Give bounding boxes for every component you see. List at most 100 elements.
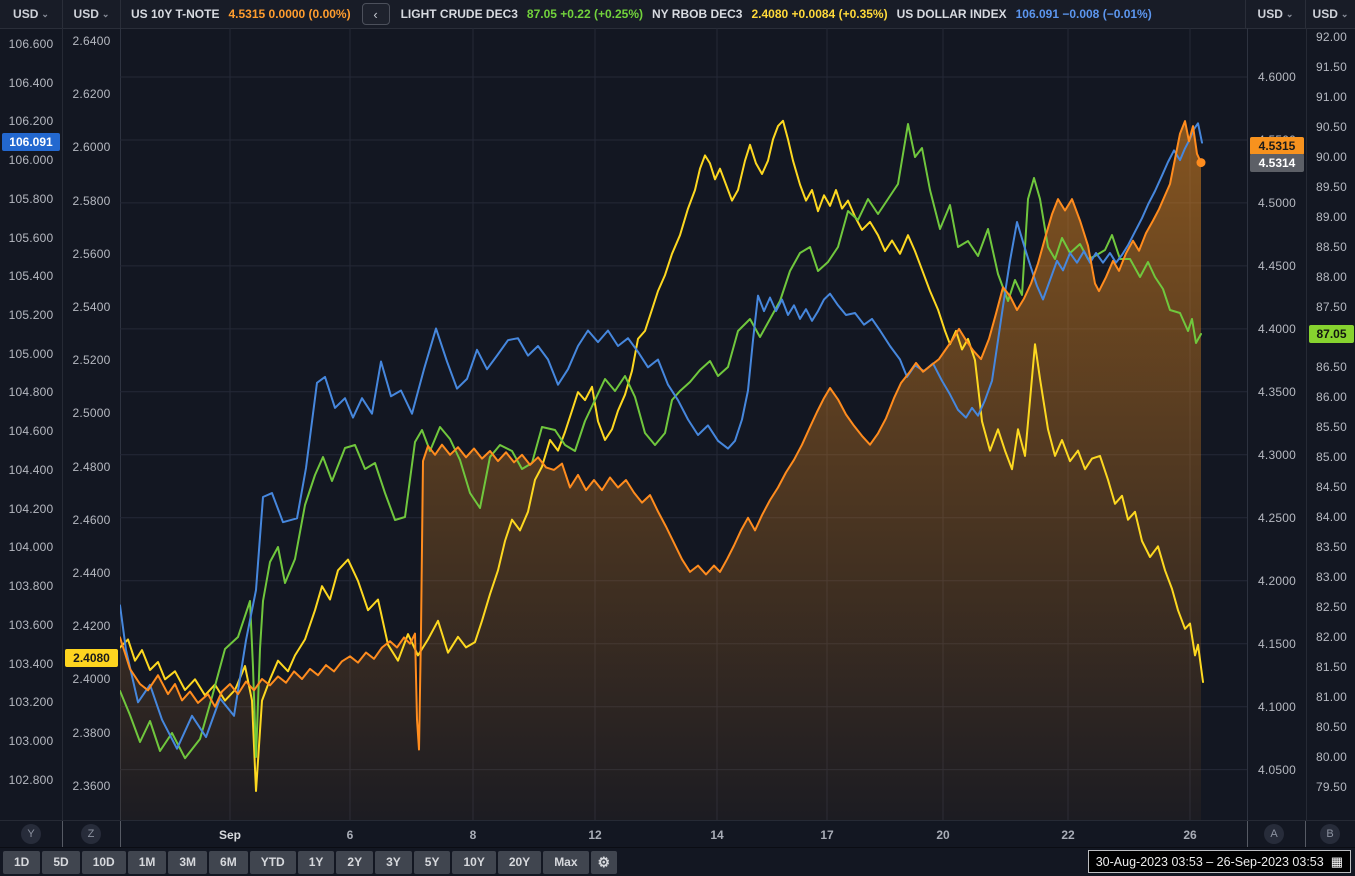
range-button-10y[interactable]: 10Y <box>452 850 496 874</box>
axis-tick-label: 4.0500 <box>1258 762 1296 777</box>
axis-tick-label: 106.600 <box>8 36 54 51</box>
range-button-1d[interactable]: 1D <box>3 850 41 874</box>
right-axis-currency-dropdown-1[interactable]: USD ⌄ <box>1245 0 1305 28</box>
axis-tick-label: 2.6400 <box>72 34 111 48</box>
axis-tick-label: 90.00 <box>1315 150 1348 164</box>
axis-tick-label: 103.400 <box>8 656 54 671</box>
chart-plot-area[interactable] <box>120 28 1247 820</box>
currency-label: USD <box>1312 7 1338 21</box>
axis-tick-label: 105.200 <box>8 308 54 322</box>
axis-nav-button-b[interactable]: B <box>1320 824 1340 844</box>
axis-tick-label: 106.200 <box>8 114 54 129</box>
axis-tick-label: 4.2000 <box>1258 573 1296 588</box>
series-name-dxy: US DOLLAR INDEX <box>896 7 1007 21</box>
chart-settings-button[interactable]: ⚙ <box>590 850 618 874</box>
axis-divider <box>120 821 121 848</box>
time-tick-label: 8 <box>469 827 477 842</box>
axis-tick-label: 89.00 <box>1315 210 1348 224</box>
price-label-rbob: 2.4080 <box>65 649 118 667</box>
axis-tick-label: 88.50 <box>1315 240 1348 254</box>
axis-tick-label: 2.5800 <box>72 193 111 208</box>
time-tick-label: 22 <box>1061 827 1075 842</box>
axis-tick-label: 80.50 <box>1315 720 1348 734</box>
range-button-5y[interactable]: 5Y <box>413 850 451 874</box>
series-quote-us10y: 4.5315 0.0000 (0.00%) <box>228 7 351 21</box>
right-axis-currency-dropdown-2[interactable]: USD ⌄ <box>1305 0 1355 28</box>
price-axis-tnote[interactable]: 4.60004.55004.50004.45004.40004.35004.30… <box>1247 28 1306 820</box>
axis-divider <box>1305 821 1306 848</box>
axis-tick-label: 4.5000 <box>1258 195 1296 210</box>
calendar-icon: ▦ <box>1330 853 1343 869</box>
range-button-3y[interactable]: 3Y <box>375 850 412 874</box>
axis-tick-label: 4.1000 <box>1258 699 1296 714</box>
area-fill-tnote <box>120 121 1201 820</box>
range-button-1y[interactable]: 1Y <box>297 850 335 874</box>
price-axis-dollar-index[interactable]: 106.600 106.400 106.200 106.000 105.800 105.6… <box>0 28 63 820</box>
axis-nav-button-z[interactable]: Z <box>81 824 101 844</box>
axis-nav-button-y[interactable]: Y <box>21 824 41 844</box>
axis-tick-label: 85.50 <box>1315 420 1348 434</box>
axis-tick-label: 106.400 <box>8 75 54 90</box>
axis-tick-label: 2.4800 <box>72 459 111 474</box>
collapse-legend-button[interactable]: ‹ <box>361 3 390 25</box>
range-button-20y[interactable]: 20Y <box>497 850 542 874</box>
series-quote-crude: 87.05 +0.22 (+0.25%) <box>526 7 644 21</box>
axis-tick-label: 105.600 <box>8 230 54 245</box>
axis-tick-label: 2.4400 <box>72 565 111 580</box>
time-axis[interactable]: Y Z A B Sep 6 8 12 14 17 20 22 26 <box>0 820 1355 848</box>
axis-nav-button-a[interactable]: A <box>1264 824 1284 844</box>
axis-tick-label: 88.00 <box>1315 270 1348 284</box>
axis-tick-label: 2.6000 <box>72 140 111 155</box>
axis-tick-label: 91.50 <box>1315 60 1348 74</box>
chevron-down-icon: ⌄ <box>101 8 110 19</box>
axis-tick-label: 103.800 <box>8 579 54 594</box>
price-label-crude: 87.05 <box>1309 325 1354 343</box>
axis-tick-label: 83.00 <box>1315 570 1348 584</box>
series-name-crude: LIGHT CRUDE DEC3 <box>400 7 518 21</box>
axis-divider <box>62 821 63 848</box>
axis-tick-label: 91.00 <box>1315 90 1348 104</box>
range-button-ytd[interactable]: YTD <box>249 850 296 874</box>
axis-tick-label: 86.00 <box>1315 390 1348 404</box>
axis-tick-label: 2.4000 <box>72 672 111 687</box>
axis-tick-label: 4.3000 <box>1258 447 1296 462</box>
price-axis-crude[interactable]: 92.00 91.50 91.00 90.50 90.00 89.50 89.00 88.50… <box>1306 28 1355 820</box>
axis-tick-label: 84.00 <box>1315 510 1348 524</box>
trading-chart-app: USD ⌄ USD ⌄ US 10Y T-NOTE 4.5315 0.0000 … <box>0 0 1355 876</box>
range-button-5d[interactable]: 5D <box>42 850 80 874</box>
left-axis-currency-dropdown-1[interactable]: USD ⌄ <box>0 0 63 28</box>
range-button-10d[interactable]: 10D <box>81 850 126 874</box>
range-button-6m[interactable]: 6M <box>209 850 248 874</box>
price-axis-rbob[interactable]: 2.6400 2.6200 2.6000 2.5800 2.5600 2.5400 2.52… <box>63 28 121 820</box>
axis-tick-label: 89.50 <box>1315 180 1348 194</box>
axis-tick-label: 4.1500 <box>1258 636 1296 651</box>
axis-tick-label: 2.5400 <box>72 300 111 314</box>
range-button-max[interactable]: Max <box>543 850 589 874</box>
axis-tick-label: 4.6000 <box>1258 70 1296 84</box>
series-name-rbob: NY RBOB DEC3 <box>652 7 743 21</box>
axis-tick-label: 87.50 <box>1315 300 1348 314</box>
chevron-left-icon: ‹ <box>373 6 378 22</box>
date-range-picker[interactable]: 30-Aug-2023 03:53 – 26-Sep-2023 03:53 ▦ <box>1087 850 1351 873</box>
axis-tick-label: 83.50 <box>1315 540 1348 554</box>
axis-tick-label: 104.000 <box>8 540 54 555</box>
range-button-3m[interactable]: 3M <box>168 850 208 874</box>
left-axis-currency-dropdown-2[interactable]: USD ⌄ <box>63 0 121 28</box>
chevron-down-icon: ⌄ <box>1285 8 1294 19</box>
time-tick-label: 17 <box>820 827 834 842</box>
range-button-2y[interactable]: 2Y <box>336 850 374 874</box>
currency-label: USD <box>13 7 39 21</box>
series-quote-rbob: 2.4080 +0.0084 (+0.35%) <box>751 7 888 21</box>
axis-tick-label: 92.00 <box>1315 30 1348 44</box>
axis-tick-label: 82.00 <box>1315 630 1348 644</box>
axis-tick-label: 103.000 <box>8 734 54 748</box>
range-button-1m[interactable]: 1M <box>127 850 167 874</box>
series-name-us10y: US 10Y T-NOTE <box>131 7 220 21</box>
axis-tick-label: 106.000 <box>8 153 54 168</box>
axis-tick-label: 2.6200 <box>72 87 111 102</box>
time-tick-label: 6 <box>346 827 354 842</box>
axis-tick-label: 4.4000 <box>1258 321 1296 336</box>
chart-canvas[interactable] <box>120 28 1247 820</box>
price-label-dxy: 106.091 <box>2 133 60 152</box>
axis-tick-label: 4.4500 <box>1258 258 1296 273</box>
